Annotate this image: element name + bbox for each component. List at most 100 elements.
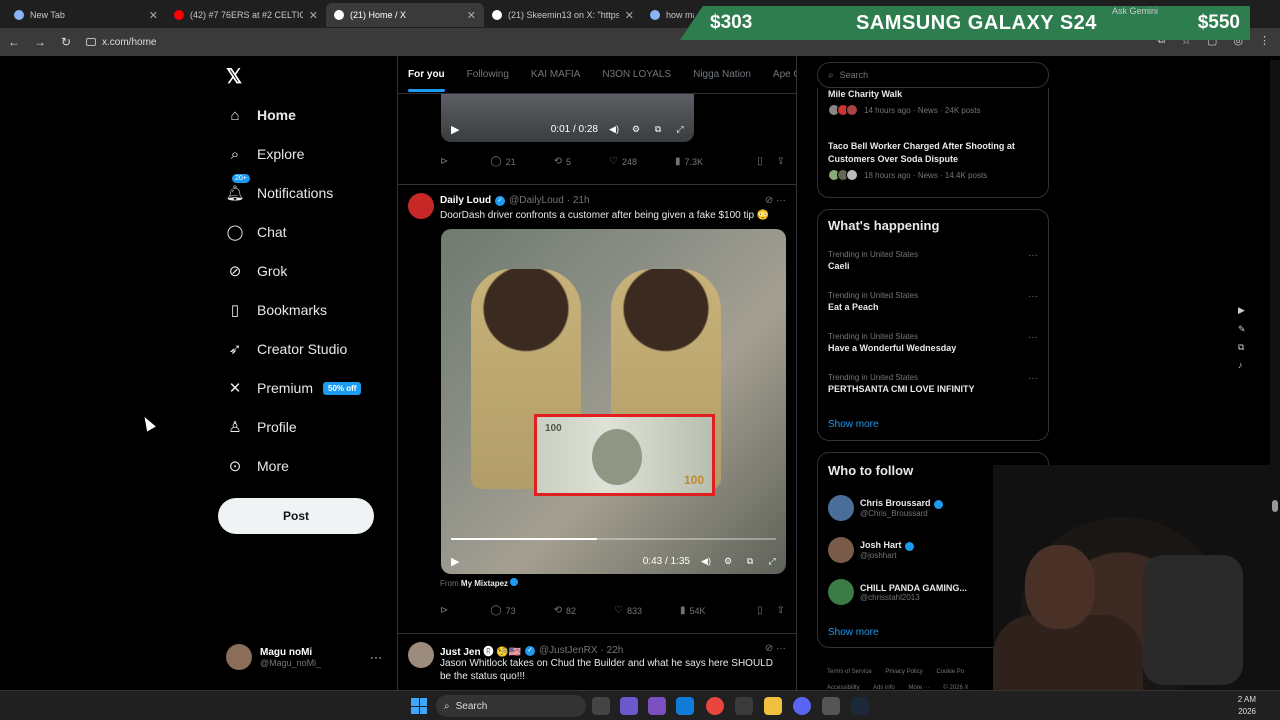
more-dots-icon[interactable]: ⊘ ···: [765, 195, 786, 206]
close-icon[interactable]: ✕: [309, 9, 318, 22]
news-item[interactable]: Mile Charity Walk 14 hours ago · News · …: [828, 88, 1040, 116]
steam-icon[interactable]: [851, 697, 869, 715]
menu-icon[interactable]: ⋮: [1259, 34, 1270, 47]
nav-item-more[interactable]: ⊙ More: [226, 457, 289, 475]
footer-link[interactable]: Terms of Service: [827, 669, 872, 675]
tweet[interactable]: Just Jen 🅡 🧐🇺🇸 ✓ @JustJenRX · 22h ⊘ ··· …: [398, 633, 796, 690]
view-count-play-icon[interactable]: ⊳: [440, 605, 452, 616]
play-icon[interactable]: ▶: [451, 123, 459, 136]
task-view-icon[interactable]: [592, 697, 610, 715]
trend-item[interactable]: Trending in United States Have a Wonderf…: [828, 332, 1040, 353]
trend-item[interactable]: Trending in United States Eat a Peach ··…: [828, 291, 1040, 312]
share-icon[interactable]: ⇪: [777, 605, 785, 616]
nav-item-chat[interactable]: ◯ Chat: [226, 223, 287, 241]
mic-icon[interactable]: ♪: [1238, 360, 1243, 370]
account-switcher[interactable]: Magu noMi @Magu_noMi_ ···: [226, 642, 382, 672]
tab-list[interactable]: Ape C: [773, 69, 796, 80]
nav-item-profile[interactable]: ♙ Profile: [226, 418, 296, 436]
bookmark-icon[interactable]: ▯: [757, 156, 763, 167]
edit-icon[interactable]: ✎: [1238, 324, 1246, 335]
share-icon[interactable]: ⇪: [777, 156, 785, 167]
chrome-icon[interactable]: [706, 697, 724, 715]
avatar[interactable]: [408, 193, 434, 219]
more-dots-icon[interactable]: ···: [1028, 332, 1038, 343]
video-player[interactable]: ▶ 0:01 / 0:28 ◀) ⚙ ⧉ ⤢: [441, 94, 694, 142]
source-name[interactable]: My Mixtapez: [461, 579, 508, 588]
bookmark-icon[interactable]: ▯: [757, 605, 763, 616]
views-button[interactable]: ▮ 54K: [680, 605, 706, 616]
volume-icon[interactable]: ◀): [606, 124, 622, 135]
browser-tab[interactable]: New Tab ✕: [6, 3, 166, 27]
browser-tab[interactable]: (42) #7 76ERS at #2 CELTICS | F ✕: [166, 3, 326, 27]
tab-following[interactable]: Following: [467, 69, 509, 80]
view-count-play-icon[interactable]: ⊳: [440, 156, 452, 167]
edge-icon[interactable]: [676, 697, 694, 715]
x-logo-icon[interactable]: 𝕏: [226, 64, 242, 89]
file-explorer-icon[interactable]: [764, 697, 782, 715]
close-icon[interactable]: ✕: [467, 9, 476, 22]
play-icon[interactable]: ▶: [451, 555, 459, 568]
copilot-icon[interactable]: [620, 697, 638, 715]
ask-gemini-button[interactable]: Ask Gemini: [1112, 6, 1158, 16]
close-icon[interactable]: ✕: [149, 9, 158, 22]
show-more-link[interactable]: Show more: [828, 419, 879, 430]
pip-icon[interactable]: ⧉: [742, 556, 758, 567]
nav-item-bookmarks[interactable]: ▯ Bookmarks: [226, 301, 327, 319]
author-handle[interactable]: @DailyLoud: [509, 195, 564, 206]
forward-icon[interactable]: →: [28, 35, 52, 49]
trend-item[interactable]: Trending in United States Caeli ···: [828, 250, 1040, 271]
avatar[interactable]: [828, 579, 854, 605]
nav-item-premium[interactable]: ✕ Premium 50% off: [226, 379, 362, 397]
more-dots-icon[interactable]: ···: [1028, 373, 1038, 384]
author-name[interactable]: Just Jen 🅡 🧐🇺🇸: [440, 643, 521, 658]
close-icon[interactable]: ✕: [625, 9, 634, 22]
more-dots-icon[interactable]: ⊘ ···: [765, 643, 786, 654]
avatar[interactable]: [828, 537, 854, 563]
avatar[interactable]: [828, 495, 854, 521]
tweet-time[interactable]: · 22h: [601, 645, 624, 656]
reload-icon[interactable]: ↻: [54, 35, 78, 49]
play-icon[interactable]: ▶: [1238, 305, 1245, 316]
search-input[interactable]: ⌕ Search: [817, 62, 1049, 88]
tab-list[interactable]: KAI MAFIA: [531, 69, 580, 80]
video-player[interactable]: 100 100 ▶ 0:43 / 1:35 ◀) ⚙ ⧉ ⤢: [441, 229, 786, 574]
url-field[interactable]: x.com/home: [86, 37, 156, 48]
nav-item-creator-studio[interactable]: ➶ Creator Studio: [226, 340, 348, 358]
back-icon[interactable]: ←: [2, 35, 26, 49]
settings-icon[interactable]: ⚙: [628, 124, 644, 135]
post-button[interactable]: Post: [218, 498, 374, 534]
scrollbar[interactable]: [1270, 60, 1280, 690]
footer-link[interactable]: Privacy Policy: [885, 669, 922, 675]
author-handle[interactable]: @JustJenRX: [539, 645, 598, 656]
reply-button[interactable]: ◯ 21: [490, 156, 515, 167]
tweet-time[interactable]: · 21h: [567, 195, 590, 206]
reply-button[interactable]: ◯ 73: [490, 605, 515, 616]
video-progress-bar[interactable]: [451, 538, 776, 540]
repost-button[interactable]: ⟲ 82: [554, 605, 576, 616]
fullscreen-icon[interactable]: ⤢: [764, 556, 780, 567]
nav-item-notifications[interactable]: 🔔︎ 20+ Notifications: [225, 174, 333, 202]
volume-icon[interactable]: ◀): [698, 556, 714, 567]
settings-icon[interactable]: [822, 697, 840, 715]
show-more-link[interactable]: Show more: [828, 627, 879, 638]
nav-item-explore[interactable]: ⌕ Explore: [226, 145, 305, 163]
settings-icon[interactable]: ⚙: [720, 556, 736, 567]
author-name[interactable]: Daily Loud: [440, 195, 491, 206]
footer-link[interactable]: Cookie Po: [936, 669, 964, 675]
tab-list[interactable]: N3ON LOYALS: [602, 69, 671, 80]
browser-tab[interactable]: (21) Skeemin13 on X: "https://t ✕: [484, 3, 642, 27]
discord-icon[interactable]: [793, 697, 811, 715]
store-icon[interactable]: [735, 697, 753, 715]
nav-item-home[interactable]: ⌂ Home: [226, 106, 295, 124]
tab-list[interactable]: Nigga Nation: [693, 69, 751, 80]
nav-item-grok[interactable]: ⊘ Grok: [226, 262, 288, 280]
like-button[interactable]: ♡ 833: [614, 605, 642, 616]
more-dots-icon[interactable]: ···: [1028, 250, 1038, 261]
trend-item[interactable]: Trending in United States PERTHSANTA CMI…: [828, 373, 1040, 394]
teams-icon[interactable]: [648, 697, 666, 715]
tab-for-you[interactable]: For you: [408, 69, 445, 92]
taskbar-clock[interactable]: 2 AM 2026: [1238, 694, 1256, 718]
repost-button[interactable]: ⟲ 5: [554, 156, 571, 167]
taskbar-search[interactable]: ⌕ Search: [436, 695, 586, 717]
windows-start-icon[interactable]: [411, 698, 427, 714]
